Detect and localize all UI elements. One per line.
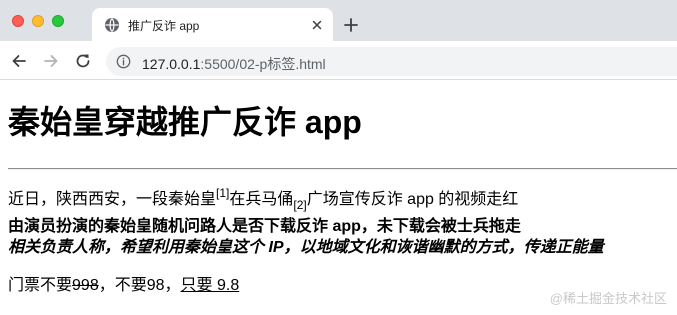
paragraph-intro: 近日，陕西西安，一段秦始皇[1]在兵马俑[2]广场宣传反诈 app 的视频走红 (8, 187, 519, 212)
info-icon[interactable] (116, 54, 131, 69)
tab-title: 推广反诈 app (128, 19, 200, 33)
forward-arrow-icon[interactable] (42, 52, 60, 70)
paragraph-bold: 由演员扮演的秦始皇随机问路人是否下载反诈 app，未下载会被士兵拖走 (8, 218, 521, 235)
horizontal-rule (8, 168, 677, 170)
url-host: 127.0.0.1 (142, 56, 201, 72)
tab-strip: 推广反诈 app (0, 0, 677, 41)
price-prefix: 门票不要 (8, 277, 73, 294)
close-tab-icon[interactable] (309, 17, 325, 33)
address-bar[interactable]: 127.0.0.1:5500/02-p标签.html (106, 47, 677, 76)
browser-toolbar: 127.0.0.1:5500/02-p标签.html (0, 41, 677, 80)
price-middle: ，不要98， (98, 277, 181, 294)
struck-price: 998 (72, 277, 99, 294)
footnote-sub: [2] (293, 198, 307, 212)
new-tab-icon[interactable] (343, 17, 359, 33)
reload-icon[interactable] (74, 52, 92, 70)
globe-icon (105, 18, 119, 32)
watermark: @稀土掘金技术社区 (549, 291, 667, 306)
underlined-price: 只要 9.8 (180, 277, 240, 294)
window-minimize-button[interactable] (32, 15, 44, 27)
url-path: :5500/02-p标签.html (200, 56, 326, 72)
intro-text-1: 近日，陕西西安，一段秦始皇 (8, 191, 217, 208)
active-tab[interactable]: 推广反诈 app (92, 8, 333, 41)
footnote-sup: [1] (216, 186, 230, 200)
intro-text-3: 广场宣传反诈 app 的视频走红 (306, 191, 519, 208)
url-text[interactable]: 127.0.0.1:5500/02-p标签.html (142, 54, 326, 74)
intro-text-2: 在兵马俑 (229, 191, 294, 208)
back-arrow-icon[interactable] (10, 52, 28, 70)
window-zoom-button[interactable] (52, 15, 64, 27)
page-content: 秦始皇穿越推广反诈 app 近日，陕西西安，一段秦始皇[1]在兵马俑[2]广场宣… (0, 80, 677, 315)
window-close-button[interactable] (12, 15, 24, 27)
paragraph-price: 门票不要998，不要98，只要 9.8 (8, 276, 239, 296)
page-heading: 秦始皇穿越推广反诈 app (8, 104, 362, 140)
paragraph-bold-italic: 相关负责人称，希望利用秦始皇这个 IP，以地域文化和诙谐幽默的方式，传递正能量 (8, 239, 604, 256)
